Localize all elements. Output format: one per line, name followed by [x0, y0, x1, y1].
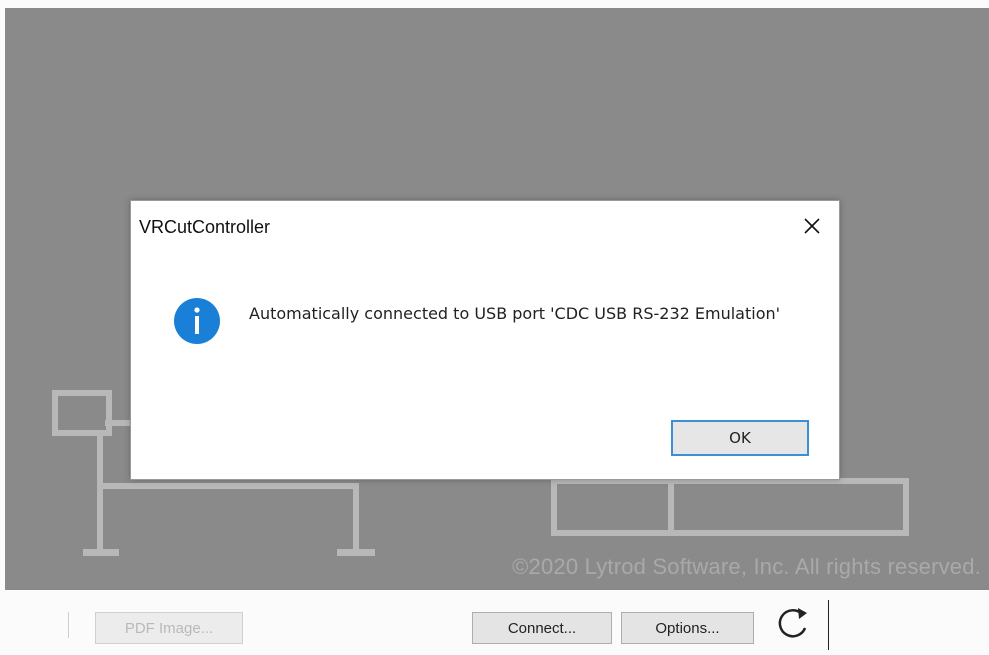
close-icon[interactable] — [797, 211, 827, 241]
bottom-toolbar: PDF Image... Connect... Options... — [0, 590, 989, 655]
pdf-image-button[interactable]: PDF Image... — [95, 612, 243, 644]
right-foot — [337, 549, 375, 556]
right-table-box — [551, 478, 909, 536]
app-window: ©2020 Lytrod Software, Inc. All rights r… — [0, 0, 989, 655]
connect-button[interactable]: Connect... — [472, 612, 612, 644]
options-button[interactable]: Options... — [621, 612, 754, 644]
info-icon — [173, 297, 221, 345]
toolbar-separator-right — [828, 600, 829, 650]
toolbar-separator-left — [68, 612, 69, 638]
table-rail — [97, 483, 359, 489]
left-head-box — [52, 390, 112, 436]
dialog-message: Automatically connected to USB port 'CDC… — [249, 304, 781, 323]
refresh-icon[interactable] — [774, 604, 814, 644]
left-foot — [83, 549, 119, 556]
right-table-divider — [668, 478, 674, 536]
message-dialog: VRCutController Automatically connected … — [130, 200, 840, 480]
left-vertical-post — [97, 436, 103, 552]
left-arm — [105, 420, 133, 426]
right-vertical-post — [353, 483, 359, 552]
dialog-title: VRCutController — [139, 217, 271, 237]
copyright-text: ©2020 Lytrod Software, Inc. All rights r… — [512, 554, 981, 579]
ok-button[interactable]: OK — [671, 420, 809, 456]
